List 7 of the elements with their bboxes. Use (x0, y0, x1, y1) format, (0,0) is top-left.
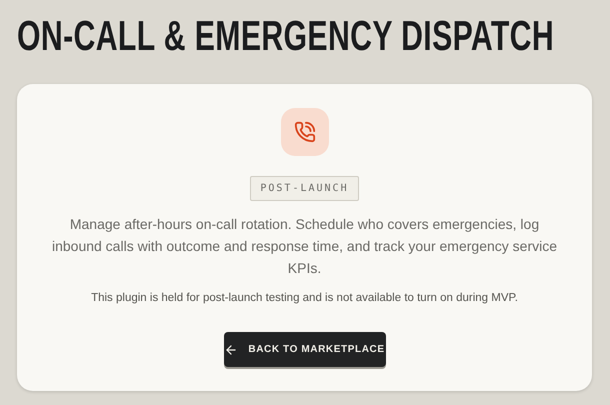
availability-note: This plugin is held for post-launch testing and is not available to turn on during MVP. (91, 291, 518, 306)
plugin-description: Manage after-hours on-call rotation. Schedule who covers emergencies, log inbound calls with outcome and response time, and track your emergency service KPIs. (50, 215, 558, 278)
arrow-left-icon (224, 342, 238, 357)
phone-icon (280, 108, 328, 156)
page-title: ON-CALL & EMERGENCY DISPATCH (17, 14, 554, 58)
back-button[interactable]: BACK TO MARKETPLACE (224, 332, 386, 368)
status-badge: POST-LAUNCH (250, 176, 359, 201)
